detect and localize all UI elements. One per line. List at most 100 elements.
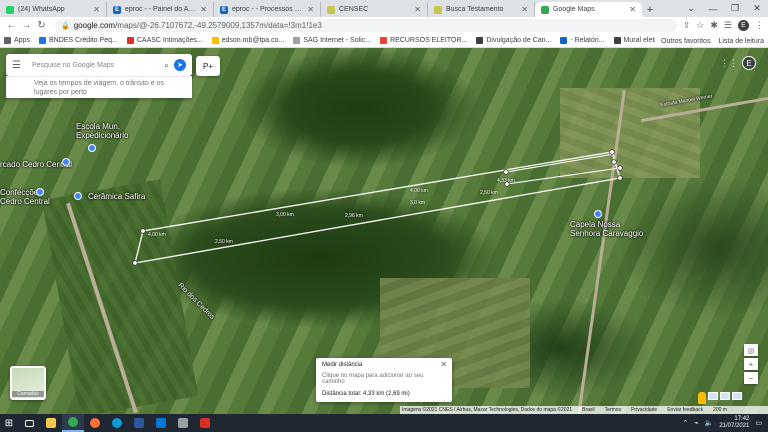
segment-label: 2,50 km xyxy=(480,190,498,196)
bookmark-label: Divulgação de Can... xyxy=(486,37,552,44)
segment-label: 4,33 km xyxy=(497,178,515,184)
windows-start-icon[interactable]: ⊞ xyxy=(0,414,18,432)
tab-eproc-processos[interactable]: Eeproc - - Processos com pr✕ xyxy=(214,2,321,17)
imagery-thumb[interactable] xyxy=(720,392,730,400)
tab-eproc-painel[interactable]: Eeproc - - Painel do Advogad✕ xyxy=(107,2,214,17)
directions-icon[interactable]: ➤ xyxy=(174,59,186,71)
imagery-credit: Imagens ©2021 CNES / Airbus, Maxar Techn… xyxy=(402,407,573,413)
red-app-icon[interactable] xyxy=(194,414,216,432)
globe-icon xyxy=(613,37,621,44)
eproc-icon: E xyxy=(113,5,121,14)
minimize-button[interactable]: — xyxy=(702,4,724,14)
segment-label: 2,50 km xyxy=(215,239,233,245)
close-icon[interactable]: ✕ xyxy=(200,5,207,14)
place-chip[interactable]: P+ xyxy=(196,56,220,76)
scale-bar[interactable]: 200 m xyxy=(713,407,727,413)
close-icon[interactable]: ✕ xyxy=(414,5,421,14)
imagery-thumb[interactable] xyxy=(708,392,718,400)
close-icon[interactable]: ✕ xyxy=(93,5,100,14)
reading-list-icon[interactable]: ☰ xyxy=(724,20,732,31)
chevron-up-icon[interactable]: ⌃ xyxy=(683,419,689,427)
file-explorer-icon[interactable] xyxy=(40,414,62,432)
forward-button[interactable]: → xyxy=(19,20,34,31)
sag-icon xyxy=(293,37,301,44)
measure-total: Distância total: 4,33 km (2,69 mi) xyxy=(322,391,410,397)
bookmark-label: BNDES Crédito Peq... xyxy=(48,37,118,44)
feedback-link[interactable]: Enviar feedback xyxy=(667,407,703,413)
address-bar[interactable]: 🔒 google.com/maps/@-26.7107672,-49.25790… xyxy=(55,19,677,32)
street-view-pegman-icon[interactable] xyxy=(698,392,706,404)
search-icon[interactable]: ⌕ xyxy=(164,60,169,71)
profile-avatar[interactable]: E xyxy=(738,20,749,31)
new-tab-button[interactable]: + xyxy=(642,2,658,17)
system-tray: ⌃ ⌁ 🔈 17:42 21/07/2021 ▭ xyxy=(683,414,762,432)
zoom-in-button[interactable]: + xyxy=(744,358,758,370)
bookmark-email[interactable]: edson.mb@tpa.co... xyxy=(211,37,284,44)
share-icon[interactable]: ⇪ xyxy=(683,20,691,31)
bookmark-recursos[interactable]: RECURSOS ELEITOR... xyxy=(380,37,467,44)
close-window-button[interactable]: ✕ xyxy=(746,3,768,14)
google-apps-icon[interactable]: ⋮⋮ xyxy=(720,58,738,69)
tab-google-maps[interactable]: Google Maps ✕ xyxy=(535,2,642,17)
maps-search-box: ☰ ⌕ ➤ xyxy=(6,54,192,76)
tab-search-icon[interactable]: ⌄ xyxy=(680,3,702,14)
globe-icon xyxy=(476,37,484,44)
maximize-button[interactable]: ❐ xyxy=(724,3,746,14)
close-icon[interactable]: ✕ xyxy=(440,360,447,369)
window-controls: ⌄ — ❐ ✕ xyxy=(680,0,768,17)
photos-icon[interactable] xyxy=(150,414,172,432)
bookmark-divulgacao[interactable]: Divulgação de Can... xyxy=(476,37,551,44)
imagery-thumb[interactable] xyxy=(732,392,742,400)
terms-link[interactable]: Termos xyxy=(605,407,621,413)
volume-icon[interactable]: 🔈 xyxy=(705,419,714,427)
layers-toggle[interactable]: Camadas xyxy=(10,366,46,400)
edge-icon[interactable] xyxy=(106,414,128,432)
extensions-icon[interactable]: ✱ xyxy=(710,20,718,31)
search-input[interactable] xyxy=(32,61,159,69)
my-location-icon[interactable]: ◎ xyxy=(744,344,758,356)
lock-icon[interactable]: 🔒 xyxy=(61,22,70,30)
country-link[interactable]: Brasil xyxy=(582,407,595,413)
more-menu-icon[interactable]: ⋮ xyxy=(755,20,764,31)
segment-label: 3,00 km xyxy=(276,212,294,218)
tab-whatsapp[interactable]: (24) WhatsApp ✕ xyxy=(0,2,107,17)
firefox-icon[interactable] xyxy=(84,414,106,432)
privacy-link[interactable]: Privacidade xyxy=(631,407,657,413)
imagery-thumbnails xyxy=(708,392,742,400)
bookmark-sag[interactable]: SAG Internet - Solic... xyxy=(293,37,371,44)
onedrive-icon[interactable] xyxy=(172,414,194,432)
bookmark-star-icon[interactable]: ☆ xyxy=(696,20,704,31)
censec-icon xyxy=(434,5,442,14)
back-button[interactable]: ← xyxy=(4,20,19,31)
word-icon[interactable] xyxy=(128,414,150,432)
other-bookmarks[interactable]: Outros favoritos xyxy=(661,38,710,45)
tab-censec[interactable]: CENSEC ✕ xyxy=(321,2,428,17)
close-icon[interactable]: ✕ xyxy=(307,5,314,14)
zoom-out-button[interactable]: − xyxy=(744,372,758,384)
task-view-icon[interactable] xyxy=(18,414,40,432)
tab-busca-testamento[interactable]: Busca Testamento ✕ xyxy=(428,2,535,17)
bookmark-apps[interactable]: Apps xyxy=(4,37,30,44)
notification-icon[interactable]: ▭ xyxy=(755,419,762,427)
close-icon[interactable]: ✕ xyxy=(629,5,636,14)
measure-distance-card: Medir distância Clique no mapa para adic… xyxy=(316,358,452,402)
network-icon[interactable]: ⌁ xyxy=(694,419,698,427)
bookmark-label: Apps xyxy=(14,37,30,44)
bookmark-bndes[interactable]: BNDES Crédito Peq... xyxy=(38,37,118,44)
reading-list[interactable]: Lista de leitura xyxy=(718,38,764,45)
travel-hint[interactable]: Veja os tempos de viagem, o trânsito e o… xyxy=(6,76,192,98)
chrome-icon[interactable] xyxy=(62,414,84,432)
clock-date: 21/07/2021 xyxy=(719,423,750,429)
youtube-icon xyxy=(380,37,388,44)
hamburger-menu-icon[interactable]: ☰ xyxy=(12,60,26,71)
censec-icon xyxy=(327,5,335,14)
eproc-icon: E xyxy=(220,5,228,14)
close-icon[interactable]: ✕ xyxy=(521,5,528,14)
bookmark-caasc[interactable]: CAASC Intimações... xyxy=(126,37,203,44)
clock[interactable]: 17:42 21/07/2021 xyxy=(719,416,749,430)
bookmark-relatorio[interactable]: - Relatóri... xyxy=(560,37,605,44)
layers-label: Camadas xyxy=(12,391,44,397)
account-avatar[interactable]: E xyxy=(742,56,756,70)
browser-toolbar: ← → ↻ 🔒 google.com/maps/@-26.7107672,-49… xyxy=(0,17,768,34)
reload-button[interactable]: ↻ xyxy=(34,20,49,31)
